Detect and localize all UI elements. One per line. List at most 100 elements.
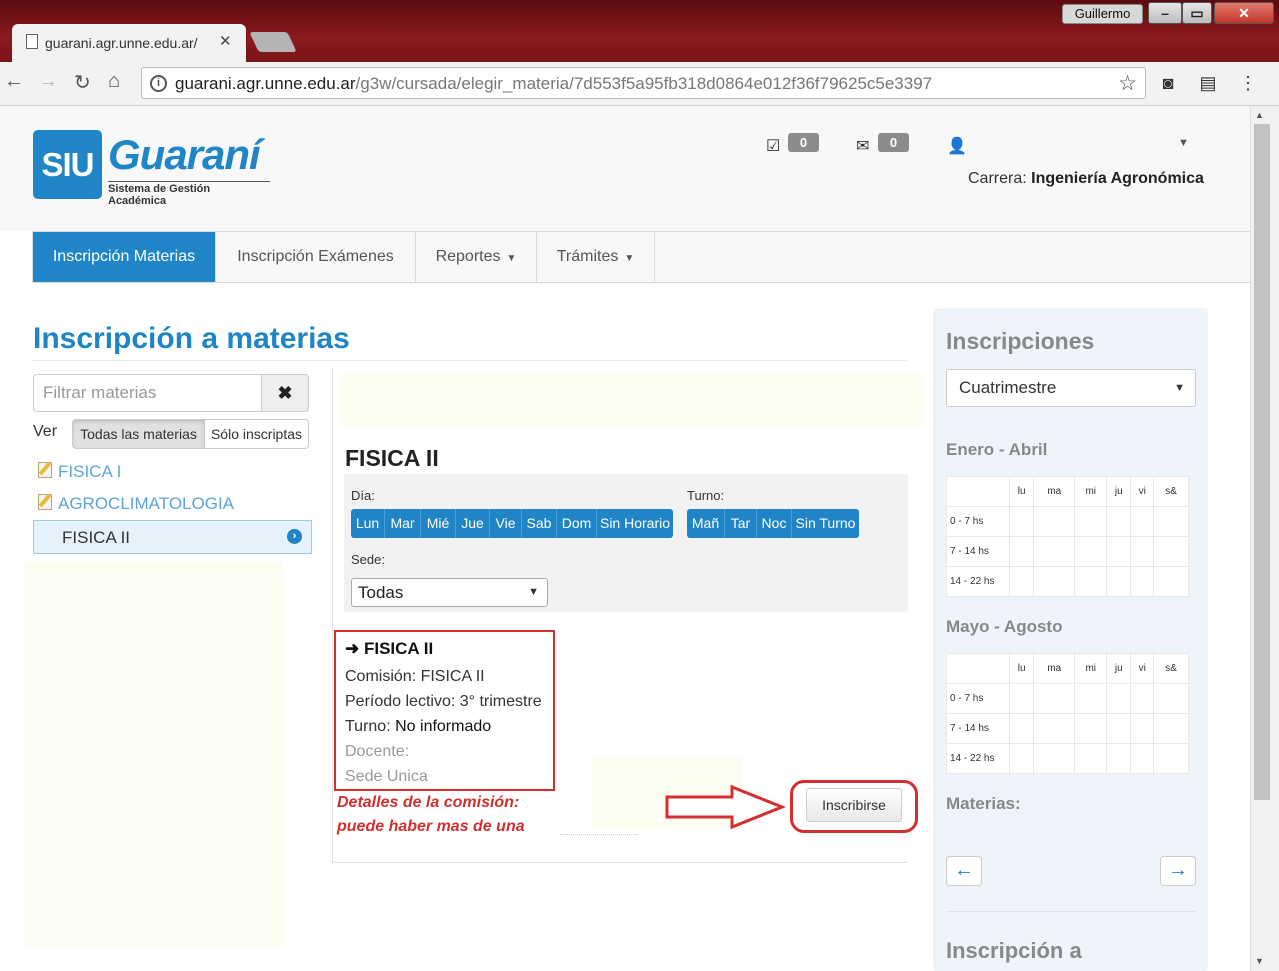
content-border bbox=[332, 368, 333, 863]
messages-icon[interactable]: ✉ bbox=[856, 136, 869, 156]
materias-label: Materias: bbox=[946, 794, 1021, 813]
panel-divider bbox=[946, 911, 1196, 912]
user-menu-caret-icon[interactable]: ▼ bbox=[1178, 137, 1189, 149]
back-icon[interactable]: ← bbox=[4, 70, 24, 93]
maximize-button[interactable]: ▭ bbox=[1182, 2, 1212, 24]
day-mar-button[interactable]: Mar bbox=[385, 509, 421, 538]
sede-select[interactable]: Todas ▼ bbox=[351, 578, 548, 607]
prev-button[interactable]: ← bbox=[946, 856, 982, 886]
turno-label: Turno: bbox=[687, 488, 725, 503]
turno-man-button[interactable]: Mañ bbox=[687, 509, 725, 538]
dia-label: Día: bbox=[351, 488, 375, 503]
turno-noc-button[interactable]: Noc bbox=[757, 509, 792, 538]
nav-inscripcion-examenes[interactable]: Inscripción Exámenes bbox=[216, 232, 416, 282]
reload-icon[interactable]: ↻ bbox=[74, 70, 91, 95]
tasks-icon[interactable]: ☑ bbox=[766, 136, 780, 156]
empty-panel bbox=[24, 562, 284, 947]
sede-label: Sede: bbox=[351, 552, 385, 567]
main-nav: Inscripción Materias Inscripción Exámene… bbox=[32, 231, 1250, 283]
minimize-button[interactable]: – bbox=[1148, 2, 1182, 24]
select-caret-icon: ▼ bbox=[1174, 382, 1185, 394]
day-sin-horario-button[interactable]: Sin Horario bbox=[597, 509, 673, 538]
extension-icon[interactable]: ◙ bbox=[1158, 73, 1178, 93]
comision-title: ➜ FISICA II bbox=[345, 639, 434, 658]
panel-title: Inscripciones bbox=[946, 328, 1095, 354]
edit-icon bbox=[38, 462, 52, 478]
caret-down-icon: ▼ bbox=[624, 253, 635, 264]
chevron-right-icon: › bbox=[287, 529, 302, 544]
close-tab-icon[interactable]: ✕ bbox=[219, 32, 232, 50]
view-inscriptas-button[interactable]: Sólo inscriptas bbox=[204, 419, 309, 449]
title-divider bbox=[33, 360, 907, 361]
comision-periodo: Período lectivo: 3° trimestre bbox=[345, 693, 542, 710]
browser-tab[interactable]: guarani.agr.unne.edu.ar/ ✕ bbox=[12, 24, 246, 62]
page-icon bbox=[26, 34, 38, 49]
page-title: Inscripción a materias bbox=[33, 322, 350, 355]
browser-toolbar: ← → ↻ ⌂ i guarani.agr.unne.edu.ar/g3w/cu… bbox=[0, 62, 1279, 106]
nav-reportes[interactable]: Reportes ▼ bbox=[416, 232, 537, 282]
materia-item[interactable]: AGROCLIMATOLOGIA bbox=[38, 493, 234, 514]
day-mie-button[interactable]: Mié bbox=[421, 509, 456, 538]
materia-item[interactable]: FISICA I bbox=[38, 461, 121, 482]
comision-name: Comisión: FISICA II bbox=[345, 668, 485, 685]
url-text: guarani.agr.unne.edu.ar/g3w/cursada/eleg… bbox=[175, 74, 933, 93]
scroll-up-icon[interactable]: ▲ bbox=[1255, 110, 1264, 120]
day-jue-button[interactable]: Jue bbox=[456, 509, 490, 538]
turno-sin-turno-button[interactable]: Sin Turno bbox=[792, 509, 859, 538]
menu-icon[interactable]: ⋮ bbox=[1238, 73, 1258, 93]
period-select[interactable]: Cuatrimestre ▼ bbox=[946, 369, 1196, 407]
day-lun-button[interactable]: Lun bbox=[351, 509, 385, 538]
page-scrollbar[interactable]: ▲ ▼ bbox=[1250, 106, 1279, 971]
scroll-down-icon[interactable]: ▼ bbox=[1255, 956, 1264, 966]
panel-footer-title: Inscripción a bbox=[946, 938, 1082, 963]
schedule-table: lu ma mi ju vi s& 0 - 7 hs 7 - 14 hs 14 - 22 … bbox=[946, 653, 1189, 774]
dotted-divider bbox=[560, 834, 638, 835]
notice-area bbox=[340, 372, 924, 428]
extension-2-icon[interactable]: ▤ bbox=[1198, 73, 1218, 93]
scrollbar-thumb[interactable] bbox=[1254, 124, 1270, 800]
day-dom-button[interactable]: Dom bbox=[557, 509, 597, 538]
clear-filter-button[interactable]: ✖ bbox=[261, 374, 309, 412]
info-icon[interactable]: i bbox=[150, 75, 167, 92]
annotation-arrow-icon bbox=[665, 784, 786, 830]
next-button[interactable]: → bbox=[1160, 856, 1196, 886]
forward-icon[interactable]: → bbox=[38, 70, 58, 93]
comision-sede: Sede Unica bbox=[345, 768, 428, 785]
logo-subtitle: Sistema de Gestión Académica bbox=[108, 181, 270, 207]
day-sab-button[interactable]: Sab bbox=[522, 509, 557, 538]
close-window-button[interactable]: ✕ bbox=[1214, 2, 1274, 24]
carrera-info: Carrera: Ingeniería Agronómica bbox=[968, 170, 1204, 187]
page: SIU Guaraní Sistema de Gestión Académica… bbox=[0, 106, 1250, 971]
select-caret-icon: ▼ bbox=[528, 586, 539, 598]
subject-title: FISICA II bbox=[345, 445, 439, 471]
inscribirse-button[interactable]: Inscribirse bbox=[806, 788, 902, 822]
day-vie-button[interactable]: Vie bbox=[490, 509, 522, 538]
logo-siu[interactable]: SIU bbox=[33, 130, 102, 199]
nav-tramites[interactable]: Trámites ▼ bbox=[537, 232, 655, 282]
nav-inscripcion-materias[interactable]: Inscripción Materias bbox=[33, 232, 216, 282]
content-border-bottom bbox=[332, 862, 908, 863]
edit-icon bbox=[38, 494, 52, 510]
new-tab-button[interactable] bbox=[249, 32, 297, 52]
ver-label: Ver bbox=[33, 423, 58, 440]
arrow-right-icon: ➜ bbox=[345, 639, 364, 658]
messages-badge[interactable]: 0 bbox=[878, 133, 909, 152]
turno-tar-button[interactable]: Tar bbox=[725, 509, 757, 538]
comision-docente: Docente: bbox=[345, 743, 410, 760]
address-bar[interactable]: i guarani.agr.unne.edu.ar/g3w/cursada/el… bbox=[141, 67, 1146, 99]
view-all-button[interactable]: Todas las materias bbox=[72, 419, 205, 449]
bookmark-star-icon[interactable]: ☆ bbox=[1118, 71, 1137, 96]
home-icon[interactable]: ⌂ bbox=[108, 70, 120, 93]
tasks-badge[interactable]: 0 bbox=[788, 133, 819, 152]
annotation-text: puede haber mas de una bbox=[337, 818, 525, 835]
block-title: Enero - Abril bbox=[946, 440, 1048, 459]
materia-item-active[interactable]: FISICA II › bbox=[33, 520, 312, 554]
filter-input[interactable]: Filtrar materias bbox=[33, 374, 262, 412]
schedule-table: lu ma mi ju vi s& 0 - 7 hs 7 - 14 hs 14 - 22 … bbox=[946, 476, 1189, 597]
annotation-text: Detalles de la comisión: bbox=[337, 794, 520, 811]
window-user-badge[interactable]: Guillermo bbox=[1062, 4, 1143, 24]
user-icon[interactable]: 👤 bbox=[947, 136, 967, 156]
window-titlebar: guarani.agr.unne.edu.ar/ ✕ Guillermo – ▭… bbox=[0, 0, 1279, 62]
logo-name[interactable]: Guaraní bbox=[108, 134, 261, 176]
tab-title: guarani.agr.unne.edu.ar/ bbox=[45, 35, 198, 51]
